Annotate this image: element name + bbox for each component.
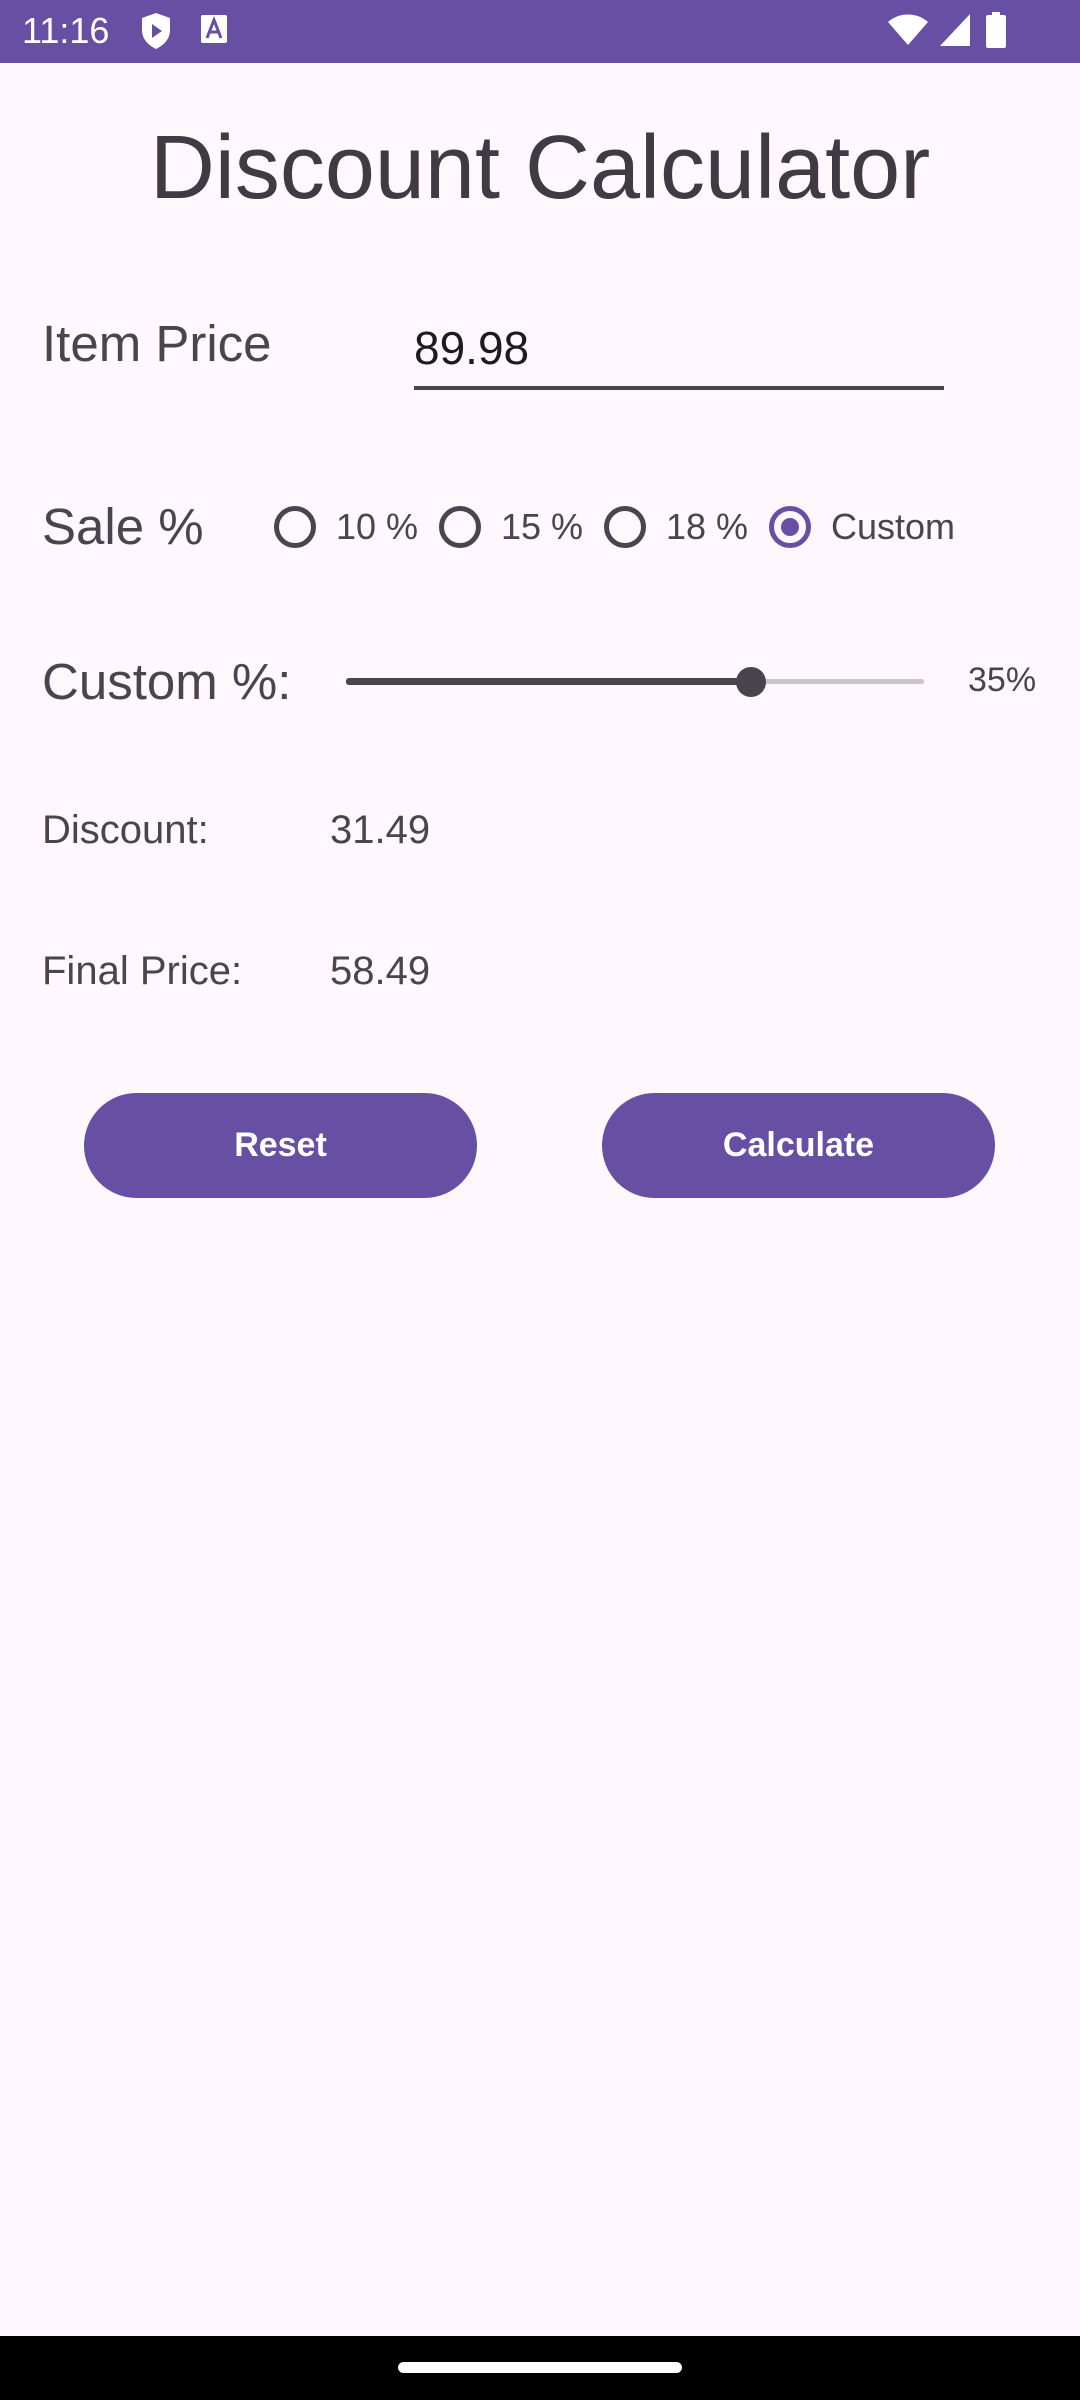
radio-label: 15 % (501, 506, 584, 547)
radio-button-icon[interactable] (604, 506, 646, 548)
home-gesture-handle[interactable] (398, 2362, 682, 2373)
radio-custom[interactable]: Custom (760, 497, 955, 557)
custom-percent-value: 35% (968, 661, 1037, 699)
sale-percent-label: Sale % (42, 498, 204, 555)
status-bar: 11:16 (0, 0, 1080, 63)
page-title: Discount Calculator (149, 118, 931, 218)
radio-label: 18 % (666, 506, 749, 547)
discount-label: Discount: (42, 808, 209, 852)
radio-label: 10 % (336, 506, 419, 547)
radio-18-percent[interactable]: 18 % (595, 497, 748, 557)
wifi-icon (888, 14, 928, 45)
final-price-value: 58.49 (330, 949, 431, 993)
radio-label: Custom (831, 506, 956, 547)
shield-play-icon (142, 13, 170, 49)
battery-icon (986, 12, 1006, 48)
item-price-label: Item Price (42, 315, 272, 372)
radio-15-percent[interactable]: 15 % (430, 497, 583, 557)
reset-button[interactable]: Reset (84, 1093, 477, 1198)
final-price-label: Final Price: (42, 949, 243, 993)
radio-10-percent[interactable]: 10 % (265, 497, 418, 557)
status-time: 11:16 (22, 10, 110, 51)
slider-thumb[interactable] (735, 667, 766, 697)
navigation-bar (0, 2336, 1080, 2400)
custom-percent-label: Custom %: (42, 653, 292, 710)
font-a-icon (201, 15, 227, 43)
discount-value: 31.49 (330, 808, 431, 852)
radio-button-icon[interactable] (274, 506, 316, 548)
custom-percent-slider[interactable] (346, 660, 924, 704)
calculate-button[interactable]: Calculate (602, 1093, 995, 1198)
slider-active-track (346, 678, 751, 685)
item-price-input[interactable] (414, 310, 944, 390)
radio-button-icon[interactable] (439, 506, 481, 548)
radio-button-icon[interactable] (769, 506, 811, 548)
cellular-signal-icon (940, 14, 970, 46)
